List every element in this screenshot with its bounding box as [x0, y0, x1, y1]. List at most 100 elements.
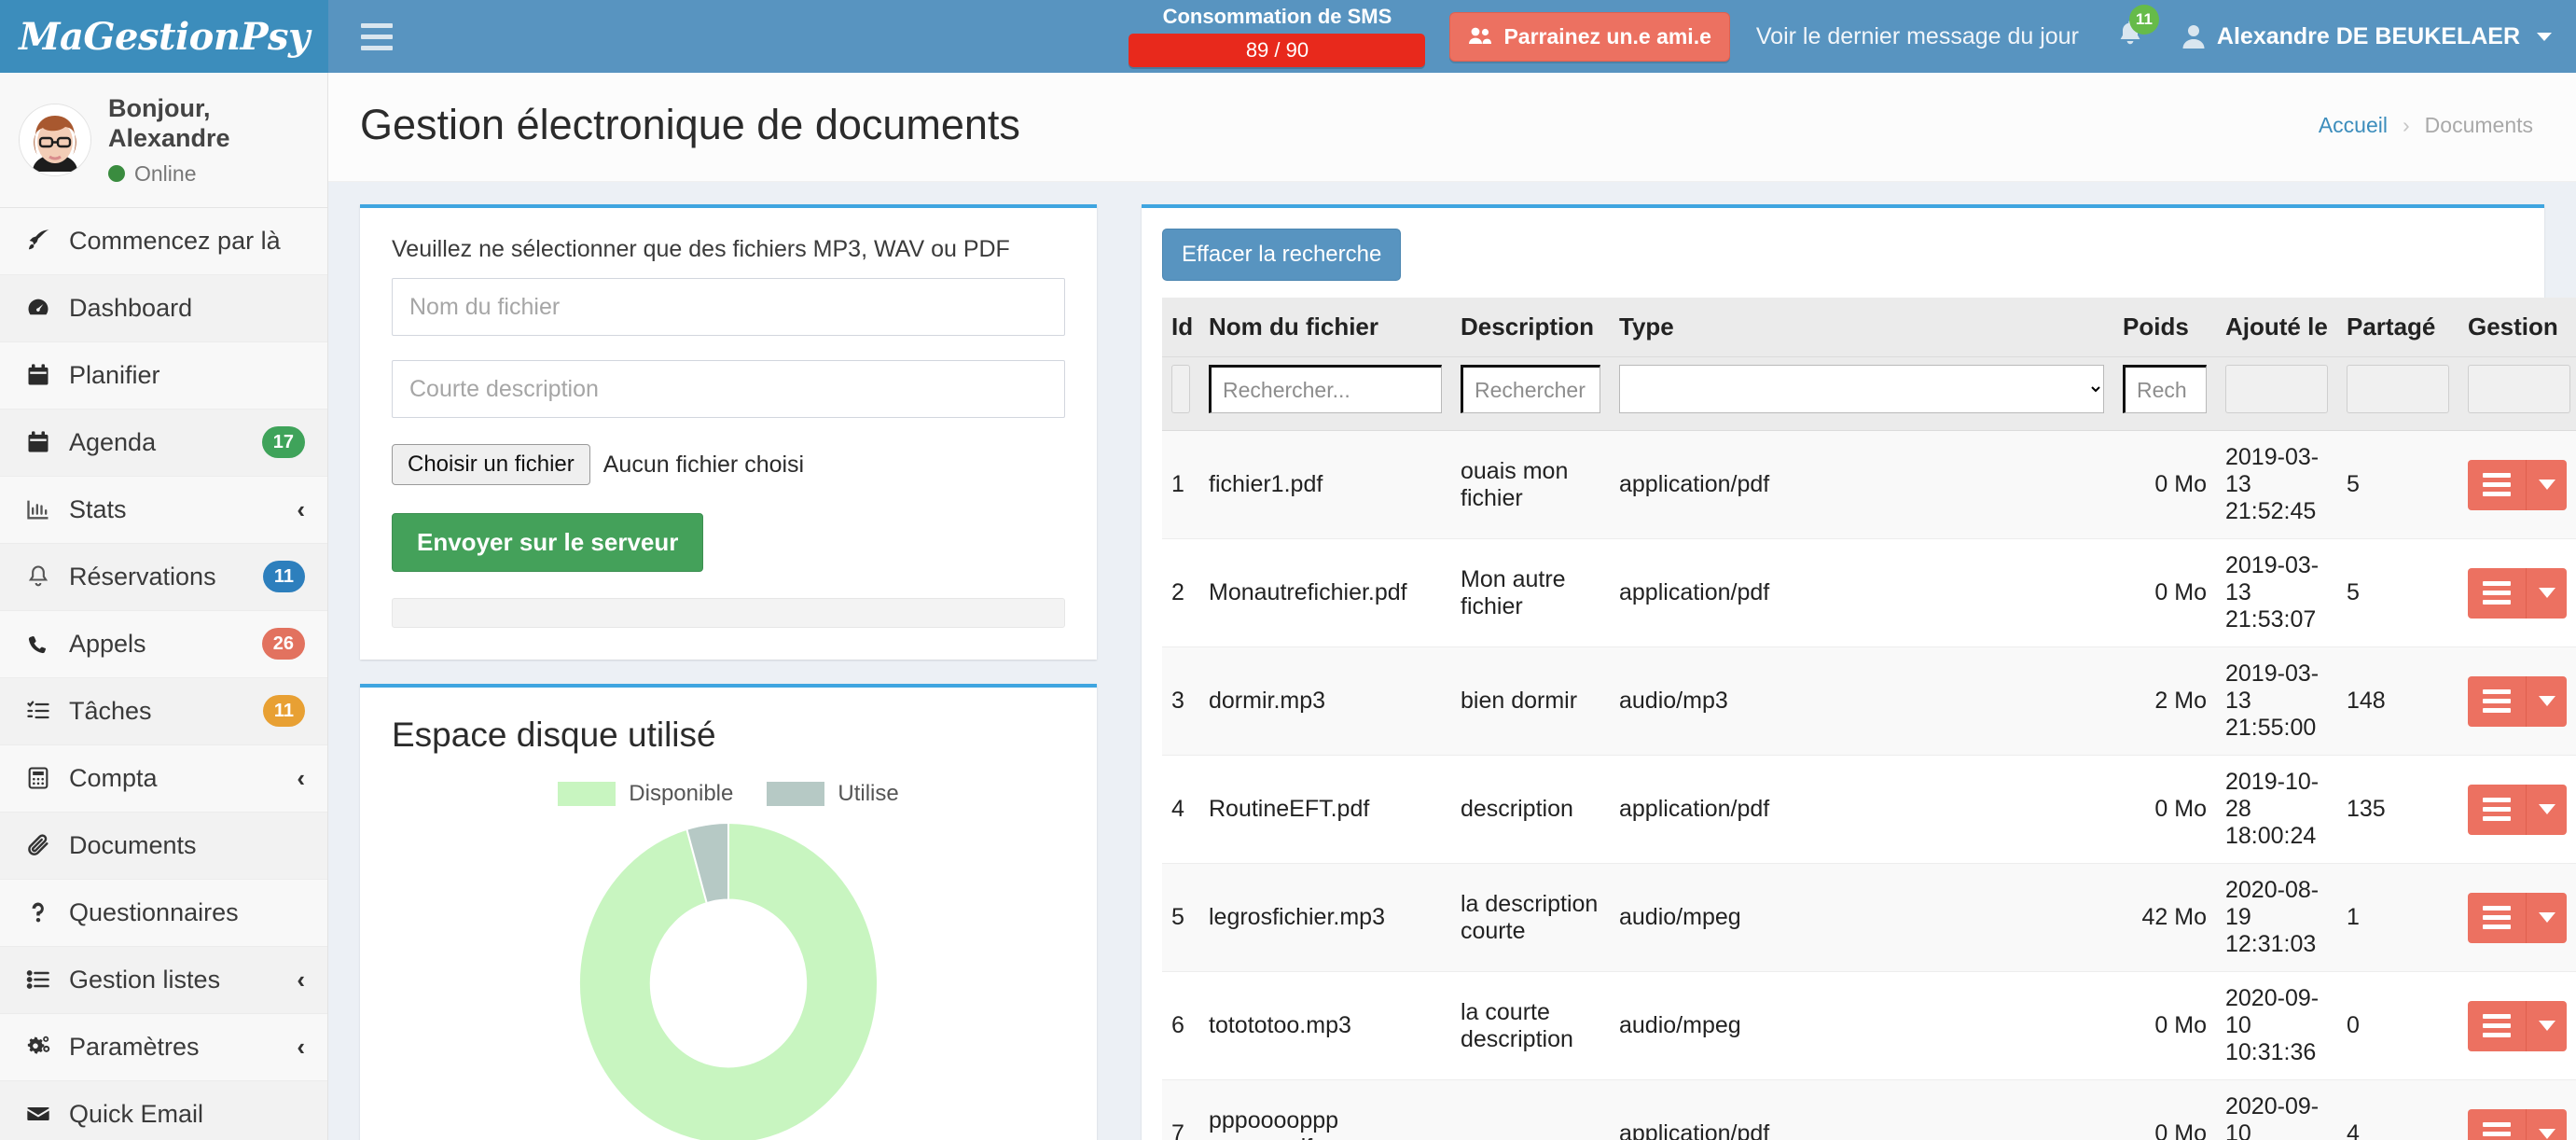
legend-item: Utilise	[767, 781, 899, 807]
bell-icon	[22, 563, 54, 590]
sidebar-item-param-tres[interactable]: Paramètres ‹	[0, 1013, 327, 1081]
sidebar-item-planifier[interactable]: Planifier	[0, 341, 327, 410]
table-row[interactable]: 6 totototoo.mp3 la courte description audio…	[1162, 971, 2576, 1080]
breadcrumb-home[interactable]: Accueil	[2319, 113, 2388, 138]
table-column-header[interactable]: Gestion	[2458, 298, 2576, 357]
table-column-header[interactable]: Type	[1610, 298, 2113, 357]
table-row[interactable]: 4 RoutineEFT.pdf description application/pd…	[1162, 755, 2576, 864]
sms-gauge: 89 / 90	[1129, 33, 1426, 67]
referral-button-label: Parrainez un.e ami.e	[1503, 23, 1711, 49]
table-column-header[interactable]: Partagé	[2337, 298, 2458, 357]
table-body: 1 fichier1.pdf ouais mon fichier applicatio…	[1162, 430, 2576, 1140]
body-split: Bonjour, Alexandre Online Commencez par …	[0, 73, 2576, 1140]
row-menu-button[interactable]	[2468, 675, 2526, 727]
choose-file-button[interactable]: Choisir un fichier	[392, 444, 590, 485]
table-column-header[interactable]: Nom du fichier	[1199, 298, 1451, 357]
table-column-header[interactable]: Description	[1451, 298, 1610, 357]
file-chooser-row: Choisir un fichier Aucun fichier choisi	[392, 444, 1065, 485]
row-menu-caret-button[interactable]	[2526, 675, 2567, 727]
sidebar-item-documents[interactable]: Documents	[0, 812, 327, 880]
cell-added: 2019-03-13 21:55:00	[2216, 646, 2337, 756]
row-menu-caret-button[interactable]	[2526, 892, 2567, 943]
row-menu-button[interactable]	[2468, 892, 2526, 943]
row-menu-caret-button[interactable]	[2526, 459, 2567, 510]
logo-text: MaGestionPsy	[19, 14, 310, 59]
description-input[interactable]	[392, 360, 1065, 418]
logo[interactable]: MaGestionPsy	[0, 0, 328, 73]
gears-icon	[22, 1034, 54, 1060]
sms-label: Consommation de SMS	[1162, 5, 1392, 29]
filter-cell-name	[1199, 356, 1451, 431]
tasks-icon	[22, 698, 54, 724]
row-menu-button[interactable]	[2468, 784, 2526, 835]
table-row[interactable]: 5 legrosfichier.mp3 la description courte a…	[1162, 863, 2576, 972]
cell-weight: 0 Mo	[2113, 538, 2216, 647]
caret-down-icon	[2537, 32, 2552, 41]
sidebar-item-stats[interactable]: Stats ‹	[0, 476, 327, 544]
sidebar-item-gestion-listes[interactable]: Gestion listes ‹	[0, 946, 327, 1014]
page-title: Gestion électronique de documents	[360, 101, 1020, 148]
table-row[interactable]: 1 fichier1.pdf ouais mon fichier applicatio…	[1162, 430, 2576, 539]
filter-name-input[interactable]	[1209, 365, 1442, 413]
cell-description: Mon autre fichier	[1451, 538, 1610, 647]
referral-button[interactable]: Parrainez un.e ami.e	[1449, 11, 1730, 62]
table-row[interactable]: 2 Monautrefichier.pdf Mon autre fichier app…	[1162, 538, 2576, 647]
row-menu-button[interactable]	[2468, 1108, 2526, 1140]
filter-id-box[interactable]	[1171, 365, 1190, 413]
sidebar-item-r-servations[interactable]: Réservations 11	[0, 543, 327, 611]
row-menu-button[interactable]	[2468, 1000, 2526, 1051]
list-icon	[22, 966, 54, 993]
table-column-header[interactable]: Ajouté le	[2216, 298, 2337, 357]
user-menu[interactable]: Alexandre DE BEUKELAER	[2181, 23, 2552, 50]
table-row[interactable]: 3 dormir.mp3 bien dormir audio/mp3 2 Mo 2019-…	[1162, 646, 2576, 756]
filter-gestion-box[interactable]	[2468, 365, 2570, 413]
caret-down-icon	[2538, 696, 2555, 706]
table-row[interactable]: 7pppooooppp ooooo.pdf application/pdf0 Mo…	[1162, 1079, 2576, 1140]
row-menu-caret-button[interactable]	[2526, 1000, 2567, 1051]
sidebar-item-appels[interactable]: Appels 26	[0, 610, 327, 678]
filter-cell-description	[1451, 356, 1610, 431]
donut-chart	[392, 820, 1065, 1140]
legend-swatch	[767, 782, 825, 806]
row-menu-caret-button[interactable]	[2526, 567, 2567, 619]
breadcrumb-current: Documents	[2424, 112, 2533, 137]
notifications-button[interactable]: 11	[2116, 4, 2159, 56]
cell-description	[1451, 1079, 1610, 1140]
cell-type: application/pdf	[1610, 1079, 2113, 1140]
sidebar-item-dashboard[interactable]: Dashboard	[0, 274, 327, 342]
hamburger-icon[interactable]	[345, 0, 409, 73]
upload-submit-button[interactable]: Envoyer sur le serveur	[392, 513, 704, 572]
row-menu-caret-button[interactable]	[2526, 784, 2567, 835]
sidebar-user-status: Online	[108, 161, 309, 187]
filter-weight-input[interactable]	[2123, 365, 2207, 413]
filter-type-select[interactable]	[1619, 365, 2104, 413]
filter-description-input[interactable]	[1461, 365, 1600, 413]
row-menu-caret-button[interactable]	[2526, 1108, 2567, 1140]
clear-search-button[interactable]: Effacer la recherche	[1162, 229, 1402, 281]
sidebar-item-quick-email[interactable]: Quick Email	[0, 1080, 327, 1140]
sidebar-item-commencez-par-l[interactable]: Commencez par là	[0, 207, 327, 275]
cell-description: la description courte	[1451, 863, 1610, 972]
cell-type: audio/mp3	[1610, 646, 2113, 756]
filter-added-box[interactable]	[2225, 365, 2328, 413]
table-column-header[interactable]: Id	[1162, 298, 1199, 357]
sidebar-item-questionnaires[interactable]: Questionnaires	[0, 879, 327, 947]
cell-gestion	[2458, 430, 2576, 539]
row-menu-button[interactable]	[2468, 459, 2526, 510]
breadcrumb: Accueil › Documents	[2319, 113, 2533, 138]
chevron-left-icon: ‹	[297, 763, 305, 792]
sidebar-item-badge: 26	[261, 628, 305, 660]
daily-message-link[interactable]: Voir le dernier message du jour	[1756, 23, 2079, 50]
row-menu-button[interactable]	[2468, 567, 2526, 619]
filename-input[interactable]	[392, 278, 1065, 336]
table-filter-row	[1162, 356, 2576, 431]
sidebar-item-agenda[interactable]: Agenda 17	[0, 409, 327, 477]
cell-description: bien dormir	[1451, 646, 1610, 756]
filter-shared-box[interactable]	[2347, 365, 2449, 413]
table-column-header[interactable]: Poids	[2113, 298, 2216, 357]
caret-down-icon	[2538, 804, 2555, 814]
sidebar-user-info: Bonjour, Alexandre Online	[108, 93, 309, 187]
sidebar-item-t-ches[interactable]: Tâches 11	[0, 677, 327, 745]
upload-card: Veuillez ne sélectionner que des fichier…	[360, 204, 1097, 660]
sidebar-item-compta[interactable]: Compta ‹	[0, 744, 327, 813]
